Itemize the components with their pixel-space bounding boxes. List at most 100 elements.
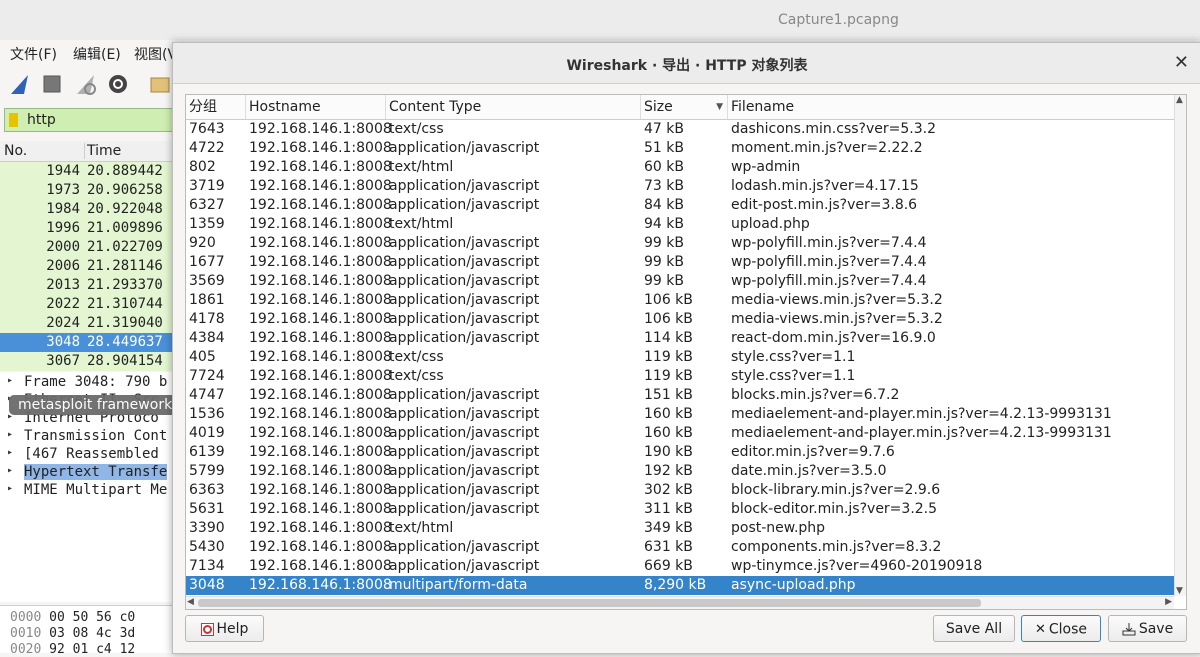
table-row[interactable]: 4178 192.168.146.1:8008 application/javasc… xyxy=(186,310,1174,329)
packet-time: 21.281146 xyxy=(87,258,163,274)
shark-fin-icon xyxy=(11,75,28,94)
open-file-button[interactable] xyxy=(146,70,174,98)
column-content-type[interactable]: Content Type xyxy=(386,95,641,119)
expand-arrow-icon[interactable]: ▸ xyxy=(7,465,13,476)
packet-time: 21.310744 xyxy=(87,296,163,312)
table-row[interactable]: 7724 192.168.146.1:8008 text/css 119 kB styl… xyxy=(186,367,1174,386)
expand-arrow-icon[interactable]: ▸ xyxy=(7,447,13,458)
cell-packet: 4384 xyxy=(189,330,225,346)
packet-row[interactable]: 3048 28.449637 xyxy=(0,333,175,352)
scroll-left-icon[interactable]: ◀ xyxy=(187,597,194,607)
table-row[interactable]: 5430 192.168.146.1:8008 application/javasc… xyxy=(186,538,1174,557)
column-time[interactable]: Time xyxy=(84,143,121,159)
packet-row[interactable]: 2000 21.022709 xyxy=(0,238,175,257)
column-no[interactable]: No. xyxy=(4,143,27,159)
packet-row[interactable]: 1984 20.922048 xyxy=(0,200,175,219)
menu-view[interactable]: 视图(V xyxy=(134,44,177,64)
cell-filename: media-views.min.js?ver=5.3.2 xyxy=(731,311,943,327)
help-button[interactable]: Help xyxy=(185,615,264,642)
cell-filename: style.css?ver=1.1 xyxy=(731,368,856,384)
cell-content-type: application/javascript xyxy=(389,330,540,346)
vertical-scrollbar[interactable]: ▲ ▼ xyxy=(1174,95,1186,596)
table-row[interactable]: 1861 192.168.146.1:8008 application/javasc… xyxy=(186,291,1174,310)
column-size[interactable]: Size ▼ xyxy=(641,95,728,119)
save-button[interactable]: Save xyxy=(1108,615,1187,642)
packet-row[interactable]: 2024 21.319040 xyxy=(0,314,175,333)
table-row[interactable]: 4722 192.168.146.1:8008 application/javasc… xyxy=(186,139,1174,158)
cell-content-type: multipart/form-data xyxy=(389,577,528,593)
expand-arrow-icon[interactable]: ▸ xyxy=(7,375,13,386)
table-row[interactable]: 4384 192.168.146.1:8008 application/javasc… xyxy=(186,329,1174,348)
bookmark-icon[interactable] xyxy=(9,113,18,127)
scroll-down-icon[interactable]: ▼ xyxy=(1176,586,1183,596)
packet-number: 1996 xyxy=(46,220,80,236)
restart-capture-button[interactable] xyxy=(72,70,100,98)
display-filter-input[interactable]: http xyxy=(27,112,56,128)
cell-filename: wp-polyfill.min.js?ver=7.4.4 xyxy=(731,273,927,289)
detail-row[interactable]: ▸ MIME Multipart Me xyxy=(0,482,175,500)
detail-row[interactable]: ▸ Frame 3048: 790 b xyxy=(0,374,175,392)
cell-size: 99 kB xyxy=(644,235,684,251)
table-row[interactable]: 6327 192.168.146.1:8008 application/javasc… xyxy=(186,196,1174,215)
save-all-button[interactable]: Save All xyxy=(933,615,1015,642)
stop-capture-button[interactable] xyxy=(38,70,66,98)
menu-edit[interactable]: 编辑(E) xyxy=(73,44,121,64)
cell-packet: 6139 xyxy=(189,444,225,460)
detail-row[interactable]: ▸ [467 Reassembled xyxy=(0,446,175,464)
packet-row[interactable]: 1996 21.009896 xyxy=(0,219,175,238)
table-row[interactable]: 802 192.168.146.1:8008 text/html 60 kB wp-ad… xyxy=(186,158,1174,177)
close-button[interactable]: ✕ Close xyxy=(1021,615,1101,642)
detail-row[interactable]: ▸ Hypertext Transfe xyxy=(0,464,175,482)
cell-content-type: application/javascript xyxy=(389,197,540,213)
column-packet[interactable]: 分组 xyxy=(186,95,246,119)
packet-number: 2000 xyxy=(46,239,80,255)
table-row[interactable]: 405 192.168.146.1:8008 text/css 119 kB style… xyxy=(186,348,1174,367)
packet-row[interactable]: 1944 20.889442 xyxy=(0,162,175,181)
horizontal-scroll-thumb[interactable] xyxy=(198,599,981,607)
packet-row[interactable]: 2022 21.310744 xyxy=(0,295,175,314)
scroll-up-icon[interactable]: ▲ xyxy=(1176,95,1183,105)
start-capture-button[interactable] xyxy=(6,70,34,98)
cell-size: 160 kB xyxy=(644,406,693,422)
cell-packet: 5430 xyxy=(189,539,225,555)
table-row[interactable]: 7134 192.168.146.1:8008 application/javasc… xyxy=(186,557,1174,576)
cell-packet: 3048 xyxy=(189,577,225,593)
cell-hostname: 192.168.146.1:8008 xyxy=(249,482,392,498)
cell-hostname: 192.168.146.1:8008 xyxy=(249,577,392,593)
table-row[interactable]: 6139 192.168.146.1:8008 application/javasc… xyxy=(186,443,1174,462)
table-row[interactable]: 4019 192.168.146.1:8008 application/javasc… xyxy=(186,424,1174,443)
table-row[interactable]: 5799 192.168.146.1:8008 application/javasc… xyxy=(186,462,1174,481)
detail-row[interactable]: ▸ Transmission Cont xyxy=(0,428,175,446)
table-row[interactable]: 4747 192.168.146.1:8008 application/javasc… xyxy=(186,386,1174,405)
column-filename[interactable]: Filename xyxy=(728,95,1174,119)
table-row[interactable]: 5631 192.168.146.1:8008 application/javasc… xyxy=(186,500,1174,519)
table-row[interactable]: 920 192.168.146.1:8008 application/javascr… xyxy=(186,234,1174,253)
table-row[interactable]: 1677 192.168.146.1:8008 application/javasc… xyxy=(186,253,1174,272)
packet-time: 21.022709 xyxy=(87,239,163,255)
packet-row[interactable]: 2006 21.281146 xyxy=(0,257,175,276)
scroll-right-icon[interactable]: ▶ xyxy=(1165,597,1172,607)
cell-hostname: 192.168.146.1:8008 xyxy=(249,349,392,365)
expand-arrow-icon[interactable]: ▸ xyxy=(7,483,13,494)
packet-row[interactable]: 2013 21.293370 xyxy=(0,276,175,295)
table-row[interactable]: 6363 192.168.146.1:8008 application/javasc… xyxy=(186,481,1174,500)
column-hostname[interactable]: Hostname xyxy=(246,95,386,119)
expand-arrow-icon[interactable]: ▸ xyxy=(7,429,13,440)
table-row[interactable]: 3569 192.168.146.1:8008 application/javasc… xyxy=(186,272,1174,291)
table-row[interactable]: 3719 192.168.146.1:8008 application/javasc… xyxy=(186,177,1174,196)
cell-filename: wp-admin xyxy=(731,159,801,175)
packet-row[interactable]: 1973 20.906258 xyxy=(0,181,175,200)
table-row[interactable]: 1536 192.168.146.1:8008 application/javasc… xyxy=(186,405,1174,424)
capture-options-button[interactable] xyxy=(104,70,132,98)
table-row[interactable]: 3048 192.168.146.1:8008 multipart/form-dat… xyxy=(186,576,1174,595)
display-filter-bar[interactable]: http xyxy=(4,108,178,132)
close-icon[interactable]: ✕ xyxy=(1174,52,1189,73)
table-row[interactable]: 1359 192.168.146.1:8008 text/html 94 kB uplo… xyxy=(186,215,1174,234)
table-row[interactable]: 3390 192.168.146.1:8008 text/html 349 kB pos… xyxy=(186,519,1174,538)
menu-file[interactable]: 文件(F) xyxy=(10,44,57,64)
hex-bytes: 92 01 c4 12 xyxy=(49,642,136,657)
horizontal-scrollbar[interactable]: ◀ ▶ xyxy=(186,596,1174,609)
packet-row[interactable]: 3067 28.904154 xyxy=(0,352,175,371)
table-row[interactable]: 7643 192.168.146.1:8008 text/css 47 kB dashi… xyxy=(186,120,1174,139)
packet-number: 2022 xyxy=(46,296,80,312)
